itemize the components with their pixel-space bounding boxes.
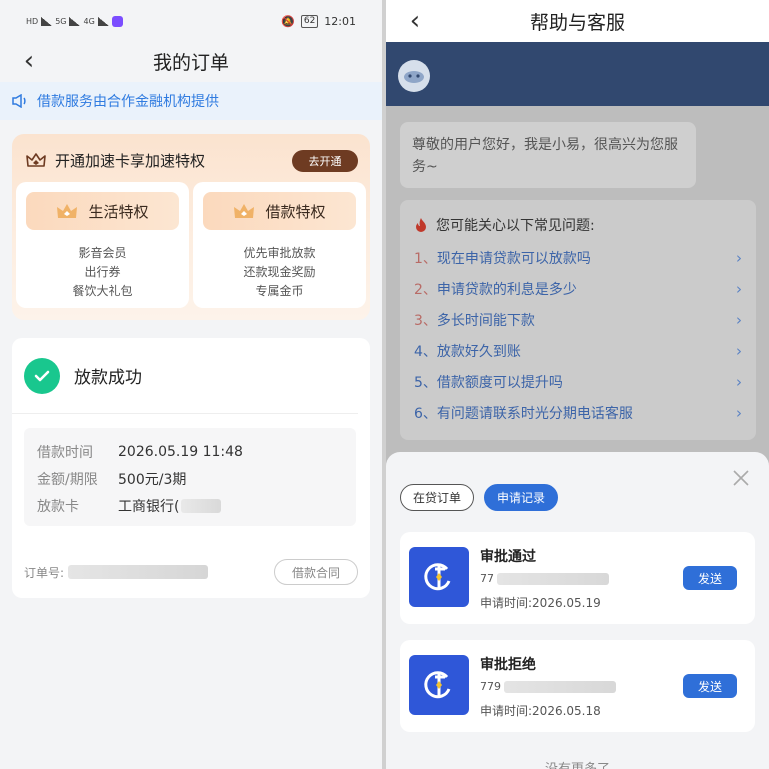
check-circle-icon: [24, 357, 60, 394]
application-record[interactable]: 审批拒绝 779 申请时间:2026.05.18 发送: [400, 640, 755, 732]
faq-panel: 您可能关心以下常见问题: 1、现在申请贷款可以放款吗 › 2、申请贷款的利息是多少…: [400, 200, 756, 440]
speaker-icon: [12, 94, 28, 108]
perk-line: 餐饮大礼包: [72, 284, 133, 298]
send-button[interactable]: 发送: [683, 566, 737, 590]
notice-text: 借款服务由合作金融机构提供: [37, 94, 219, 110]
app-logo-icon: [409, 655, 469, 715]
mute-icon: 🔕: [281, 14, 295, 28]
faq-item[interactable]: 3、多长时间能下款 ›: [414, 304, 742, 335]
perk-life[interactable]: 生活特权 影音会员 出行券 餐饮大礼包: [16, 182, 189, 308]
nav-bar: ‹ 帮助与客服: [386, 0, 769, 42]
detail-row: 金额/期限 500元/3期: [37, 471, 187, 488]
tab-active-loans[interactable]: 在贷订单: [400, 484, 475, 511]
record-status: 审批拒绝: [480, 657, 536, 673]
record-date: 申请时间:2026.05.19: [480, 596, 601, 610]
perk-line: 专属金币: [255, 284, 304, 298]
perk-loan[interactable]: 借款特权 优先审批放款 还款现金奖励 专属金币: [193, 182, 366, 308]
my-orders-screen: HD 5G 4G 🔕 62 12:01 ‹ 我的订单 借款服务由合作金融机构提供: [0, 0, 382, 769]
greeting-bubble: 尊敬的用户您好，我是小易，很高兴为您服务~: [400, 122, 696, 188]
chevron-right-icon: ›: [736, 372, 742, 391]
chevron-right-icon: ›: [736, 310, 742, 329]
crown-icon: [57, 204, 78, 218]
chevron-right-icon: ›: [736, 279, 742, 298]
nav-bar: ‹ 我的订单: [0, 42, 382, 80]
perk-line: 优先审批放款: [243, 246, 316, 260]
chevron-right-icon: ›: [736, 403, 742, 422]
record-date: 申请时间:2026.05.18: [480, 704, 601, 718]
order-details: 借款时间 2026.05.19 11:48 金额/期限 500元/3期 放款卡 工商银…: [24, 428, 356, 526]
redacted-order-number: [68, 565, 209, 579]
status-bar: HD 5G 4G 🔕 62 12:01: [0, 0, 382, 42]
assistant-avatar: [398, 60, 430, 92]
back-icon[interactable]: ‹: [14, 46, 44, 76]
faq-item[interactable]: 6、有问题请联系时光分期电话客服 ›: [414, 397, 742, 428]
flame-icon: [416, 218, 426, 232]
redacted-card-number: [181, 498, 222, 513]
order-card[interactable]: 放款成功 借款时间 2026.05.19 11:48 金额/期限 500元/3期 放…: [12, 338, 370, 598]
page-title: 我的订单: [152, 51, 229, 74]
send-button[interactable]: 发送: [683, 674, 737, 698]
redacted-id: [504, 680, 616, 693]
header-banner: [386, 42, 769, 106]
perk-name: 生活特权: [88, 202, 149, 221]
faq-item[interactable]: 5、借款额度可以提升吗 ›: [414, 366, 742, 397]
record-status: 审批通过: [480, 549, 536, 565]
app-logo-icon: [409, 547, 469, 607]
loan-contract-button[interactable]: 借款合同: [274, 559, 358, 585]
activate-button[interactable]: 去开通: [292, 150, 358, 172]
chevron-right-icon: ›: [736, 341, 742, 360]
clock: 12:01: [324, 14, 356, 28]
signal-icon: [97, 16, 109, 26]
signal-icon: [41, 16, 53, 26]
perk-name: 借款特权: [265, 202, 326, 221]
speed-card-promo: 开通加速卡享加速特权 去开通 生活特权 影音会员 出行券 餐饮大礼包 借款特权 …: [12, 134, 370, 320]
detail-row: 放款卡 工商银行(: [37, 492, 343, 519]
sheet-tabs: 在贷订单 申请记录: [400, 484, 559, 511]
detail-row: 借款时间 2026.05.19 11:48: [37, 443, 243, 461]
close-icon[interactable]: [729, 466, 753, 490]
help-service-screen: ‹ 帮助与客服 尊敬的用户您好，我是小易，很高兴为您服务~ 您可能关心以下常见问…: [386, 0, 769, 769]
faq-item[interactable]: 1、现在申请贷款可以放款吗 ›: [414, 242, 742, 273]
signal-label: HD: [26, 16, 39, 26]
notice-bar: 借款服务由合作金融机构提供: [0, 82, 382, 120]
no-more-text: 没有更多了: [386, 758, 769, 769]
order-number-label: 订单号:: [24, 565, 65, 580]
chevron-right-icon: ›: [736, 248, 742, 267]
record-id: 779: [480, 680, 501, 693]
crown-icon: [234, 204, 255, 218]
app-notification-icon: [111, 15, 123, 27]
tab-applications[interactable]: 申请记录: [484, 484, 559, 511]
perk-line: 出行券: [84, 265, 121, 279]
perk-line: 还款现金奖励: [243, 265, 316, 279]
signal-label: 4G: [83, 16, 95, 26]
back-icon[interactable]: ‹: [400, 6, 430, 36]
signal-icon: [69, 16, 81, 26]
application-record[interactable]: 审批通过 77 申请时间:2026.05.19 发送: [400, 532, 755, 624]
perk-line: 影音会员: [78, 246, 127, 260]
battery-indicator: 62: [300, 14, 319, 28]
redacted-id: [497, 572, 609, 585]
faq-title: 您可能关心以下常见问题:: [436, 218, 595, 234]
crown-icon: [26, 153, 46, 167]
record-id: 77: [480, 572, 494, 585]
order-status: 放款成功: [74, 368, 142, 388]
page-title: 帮助与客服: [529, 11, 625, 34]
promo-title: 开通加速卡享加速特权: [55, 151, 206, 170]
order-picker-sheet: 在贷订单 申请记录 审批通过 77 申请时间:2026.05.19 发送 审批拒…: [386, 452, 769, 769]
faq-item[interactable]: 2、申请贷款的利息是多少 ›: [414, 273, 742, 304]
faq-item[interactable]: 4、放款好久到账 ›: [414, 335, 742, 366]
signal-label: 5G: [55, 16, 67, 26]
